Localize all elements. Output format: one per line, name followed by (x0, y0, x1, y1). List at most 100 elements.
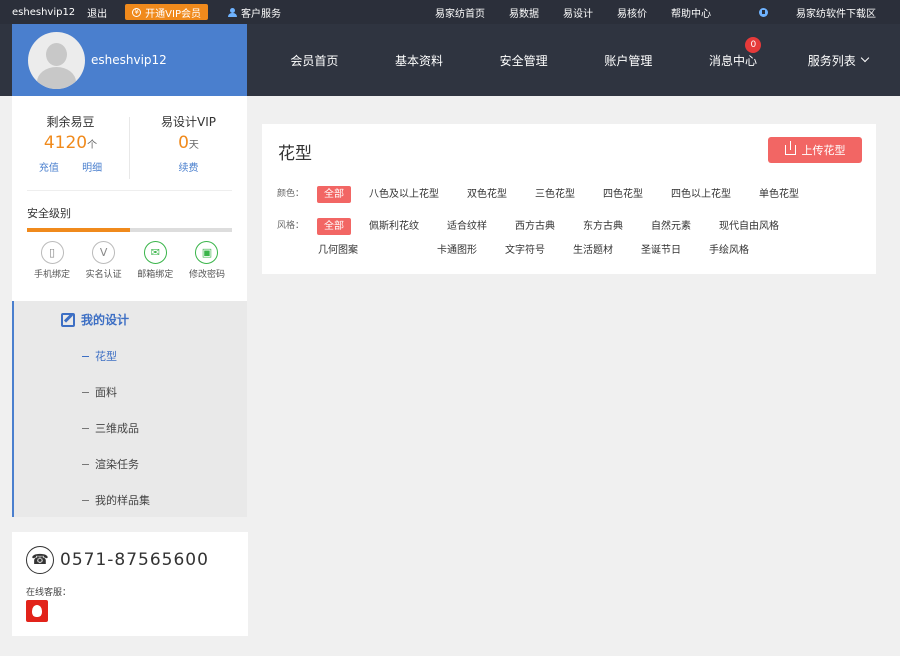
security-level-fill (27, 228, 130, 232)
dash-icon (82, 463, 89, 465)
avatar-head (46, 42, 67, 66)
nav-messages[interactable]: 消息中心 0 (681, 24, 786, 96)
online-service-label: 在线客服： (26, 588, 72, 598)
style-option[interactable]: 圣诞节日 (640, 242, 682, 259)
download-link[interactable]: 易家纺软件下载区 (735, 5, 876, 20)
menu-item-label: 面料 (95, 386, 117, 399)
topbar-username[interactable]: esheshvip12 (12, 7, 75, 18)
nav-account[interactable]: 账户管理 (576, 24, 681, 96)
menu-item-sample-set[interactable]: 我的样品集 (82, 492, 150, 508)
style-option-all[interactable]: 全部 (317, 218, 351, 235)
user-block: esheshvip12 (12, 24, 247, 96)
message-count-badge: 0 (745, 37, 762, 53)
customer-service-link[interactable]: 客户服务 (228, 5, 281, 20)
menu-item-render-task[interactable]: 渲染任务 (82, 456, 139, 472)
upload-pattern-button[interactable]: 上传花型 (768, 137, 862, 163)
avatar[interactable] (28, 31, 85, 89)
nav-label: 账户管理 (604, 53, 653, 68)
nav-label: 基本资料 (395, 53, 444, 68)
color-option[interactable]: 三色花型 (534, 186, 576, 203)
security-item-verify[interactable]: V 实名认证 (79, 241, 129, 280)
renew-link[interactable]: 续费 (179, 163, 199, 174)
nav-member-home[interactable]: 会员首页 (262, 24, 367, 96)
color-filter-row: 颜色： 全部 八色及以上花型 双色花型 三色花型 四色花型 四色以上花型 单色花… (277, 186, 837, 210)
style-option[interactable]: 佩斯利花纹 (368, 218, 420, 235)
color-option[interactable]: 八色及以上花型 (368, 186, 440, 203)
menu-item-label: 花型 (95, 350, 117, 363)
nav-label: 消息中心 (709, 53, 758, 68)
nav-service-list[interactable]: 服务列表 (785, 24, 890, 96)
lock-icon: ▣ (195, 241, 219, 264)
color-option-all[interactable]: 全部 (317, 186, 351, 203)
dash-icon (82, 355, 89, 357)
menu-item-label: 我的样品集 (95, 494, 150, 507)
open-vip-button[interactable]: ¥ 开通VIP会员 (125, 4, 208, 20)
dash-icon (82, 391, 89, 393)
upload-label: 上传花型 (801, 144, 846, 157)
beans-value: 4120 (43, 133, 88, 153)
menu-my-design[interactable]: 我的设计 (61, 311, 129, 328)
vip-stat: 易设计VIP 0天 续费 (130, 113, 247, 190)
security-item-label: 实名认证 (85, 270, 122, 280)
style-option[interactable]: 生活题材 (572, 242, 614, 259)
menu-item-fabric[interactable]: 面料 (82, 384, 117, 400)
side-menu: 我的设计 花型 面料 三维成品 渲染任务 我的样品集 (12, 301, 247, 517)
security-title: 安全级别 (27, 207, 71, 220)
style-filter-row: 风格： 全部 佩斯利花纹 适合纹样 西方古典 东方古典 自然元素 现代自由风格 … (277, 218, 837, 266)
nav-label: 服务列表 (807, 53, 856, 68)
page-title: 花型 (278, 144, 312, 164)
hotline-number: 0571-87565600 (60, 550, 209, 570)
dash-icon (82, 499, 89, 501)
logout-link[interactable]: 退出 (87, 5, 107, 20)
color-option[interactable]: 双色花型 (466, 186, 508, 203)
color-option[interactable]: 单色花型 (758, 186, 800, 203)
menu-item-pattern[interactable]: 花型 (82, 348, 117, 364)
style-filter-label: 风格： (277, 221, 305, 231)
security-item-password[interactable]: ▣ 修改密码 (182, 241, 232, 280)
style-option[interactable]: 西方古典 (514, 218, 556, 235)
security-item-phone[interactable]: ▯ 手机绑定 (27, 241, 77, 280)
help-link[interactable]: 帮助中心 (671, 5, 711, 20)
nav-security[interactable]: 安全管理 (471, 24, 576, 96)
customer-service-label: 客户服务 (241, 8, 281, 20)
recharge-link[interactable]: 充值 (39, 163, 59, 174)
security-item-mail[interactable]: ✉ 邮箱绑定 (130, 241, 180, 280)
nav-basic-info[interactable]: 基本资料 (367, 24, 472, 96)
qq-glyph (32, 605, 42, 617)
menu-item-3d-product[interactable]: 三维成品 (82, 420, 139, 436)
avatar-body (37, 66, 76, 89)
security-item-label: 邮箱绑定 (137, 270, 174, 280)
style-option[interactable]: 现代自由风格 (718, 218, 780, 235)
style-option[interactable]: 适合纹样 (446, 218, 488, 235)
style-option[interactable]: 手绘风格 (708, 242, 750, 259)
main-header: esheshvip12 会员首页 基本资料 安全管理 账户管理 消息中心 0 服… (0, 24, 900, 96)
contact-panel: ☎ 0571-87565600 在线客服： (12, 532, 248, 636)
vip-unit: 天 (188, 140, 199, 151)
account-panel: 剩余易豆 4120个 充值 明细 易设计VIP 0天 续费 安全级别 ▯ 手机绑… (12, 96, 247, 301)
style-option[interactable]: 文字符号 (504, 242, 546, 259)
vip-value: 0 (178, 133, 189, 153)
home-link[interactable]: 易家纺首页 (435, 5, 485, 20)
user-icon (228, 7, 237, 17)
main-nav: 会员首页 基本资料 安全管理 账户管理 消息中心 0 服务列表 (262, 24, 890, 96)
qq-icon[interactable] (26, 600, 48, 622)
style-option[interactable]: 几何图案 (317, 242, 359, 259)
detail-link[interactable]: 明细 (82, 163, 102, 174)
color-option[interactable]: 四色花型 (602, 186, 644, 203)
style-option[interactable]: 自然元素 (650, 218, 692, 235)
style-option[interactable]: 卡通图形 (436, 242, 478, 259)
top-bar: esheshvip12 退出 ¥ 开通VIP会员 客户服务 易家纺首页 易数据 … (0, 0, 900, 24)
menu-item-label: 渲染任务 (95, 458, 139, 471)
color-option[interactable]: 四色以上花型 (670, 186, 732, 203)
vip-label: 易设计VIP (161, 115, 216, 129)
phone-icon: ☎ (26, 546, 54, 574)
style-option[interactable]: 东方古典 (582, 218, 624, 235)
design-link[interactable]: 易设计 (563, 5, 593, 20)
pricing-link[interactable]: 易核价 (617, 5, 647, 20)
chevron-down-icon (860, 53, 869, 63)
coin-icon: ¥ (132, 7, 142, 17)
menu-item-label: 三维成品 (95, 422, 139, 435)
open-vip-label: 开通VIP会员 (145, 8, 201, 20)
header-username: esheshvip12 (91, 53, 167, 67)
data-link[interactable]: 易数据 (509, 5, 539, 20)
